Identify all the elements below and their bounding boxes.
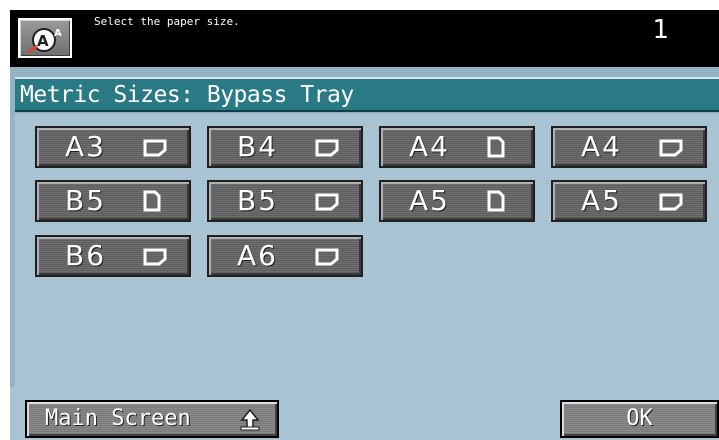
help-button[interactable]: A A bbox=[18, 18, 72, 58]
landscape-orientation-icon bbox=[659, 193, 683, 211]
paper-size-button-a6-landscape[interactable]: A6 bbox=[207, 235, 363, 277]
paper-size-grid: A3 B4 A4 A4 B5 B5 A5 A5 B6 A6 bbox=[15, 114, 719, 387]
panel-title-bar: Metric Sizes: Bypass Tray bbox=[15, 77, 719, 112]
portrait-orientation-icon bbox=[487, 136, 505, 158]
paper-size-label: B5 bbox=[65, 184, 107, 217]
paper-size-label: B6 bbox=[65, 239, 107, 272]
portrait-orientation-icon bbox=[487, 190, 505, 212]
paper-size-label: A5 bbox=[409, 184, 450, 217]
svg-text:A: A bbox=[37, 32, 49, 50]
copier-screen: A A Select the paper size. 1 Metric Size… bbox=[10, 10, 719, 440]
main-screen-label: Main Screen bbox=[45, 406, 191, 431]
paper-size-label: A3 bbox=[65, 130, 106, 163]
landscape-orientation-icon bbox=[315, 139, 339, 157]
paper-size-button-a3-landscape[interactable]: A3 bbox=[35, 126, 191, 168]
paper-size-button-a5-portrait[interactable]: A5 bbox=[379, 180, 535, 222]
landscape-orientation-icon bbox=[659, 139, 683, 157]
paper-size-button-b4-landscape[interactable]: B4 bbox=[207, 126, 363, 168]
paper-size-label: A5 bbox=[581, 184, 622, 217]
paper-size-label: B4 bbox=[237, 130, 279, 163]
svg-text:A: A bbox=[54, 28, 62, 39]
ok-button[interactable]: OK bbox=[560, 400, 719, 438]
copy-counter: 1 bbox=[652, 15, 669, 45]
paper-size-button-b6-landscape[interactable]: B6 bbox=[35, 235, 191, 277]
help-guide-icon: A A bbox=[28, 28, 62, 54]
paper-size-button-a4-portrait[interactable]: A4 bbox=[379, 126, 535, 168]
footer-bar: Main Screen OK bbox=[10, 387, 719, 440]
portrait-orientation-icon bbox=[143, 190, 161, 212]
paper-size-button-b5-portrait[interactable]: B5 bbox=[35, 180, 191, 222]
main-screen-button[interactable]: Main Screen bbox=[25, 400, 279, 438]
main-panel: Metric Sizes: Bypass Tray A3 B4 A4 A4 B5 B5 A5… bbox=[10, 67, 719, 440]
paper-size-button-b5-landscape[interactable]: B5 bbox=[207, 180, 363, 222]
landscape-orientation-icon bbox=[315, 193, 339, 211]
paper-size-label: A4 bbox=[581, 130, 622, 163]
message-bar: A A Select the paper size. 1 bbox=[10, 10, 719, 67]
landscape-orientation-icon bbox=[315, 248, 339, 266]
landscape-orientation-icon bbox=[143, 139, 167, 157]
paper-size-button-a4-landscape[interactable]: A4 bbox=[551, 126, 707, 168]
page-title: Metric Sizes: Bypass Tray bbox=[20, 82, 354, 108]
ok-label: OK bbox=[626, 406, 653, 431]
landscape-orientation-icon bbox=[143, 248, 167, 266]
return-arrow-icon bbox=[240, 408, 260, 431]
paper-size-label: B5 bbox=[237, 184, 279, 217]
paper-size-label: A6 bbox=[237, 239, 278, 272]
paper-size-label: A4 bbox=[409, 130, 450, 163]
paper-size-button-a5-landscape[interactable]: A5 bbox=[551, 180, 707, 222]
status-message: Select the paper size. bbox=[94, 15, 240, 28]
